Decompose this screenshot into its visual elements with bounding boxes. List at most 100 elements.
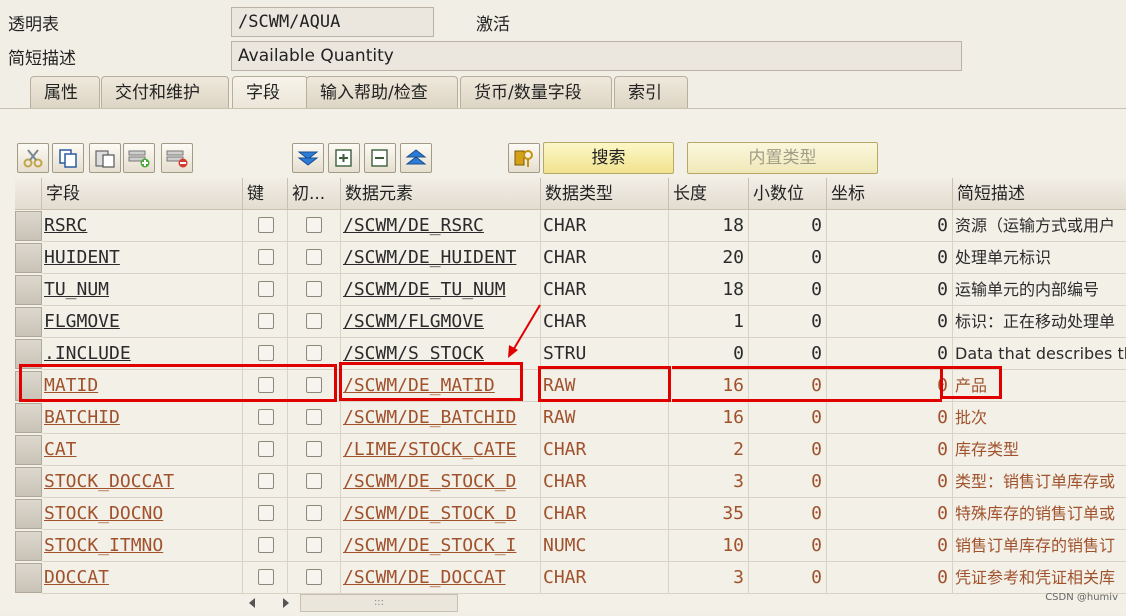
- coordinate-cell[interactable]: 0: [827, 210, 953, 242]
- field-name-cell[interactable]: CAT: [42, 434, 243, 466]
- field-name-cell[interactable]: FLGMOVE: [42, 306, 243, 338]
- length-cell[interactable]: 2: [669, 434, 749, 466]
- key-checkbox[interactable]: [258, 409, 274, 425]
- short-description-cell[interactable]: 批次: [953, 402, 1126, 434]
- row-selector-header[interactable]: [15, 178, 42, 210]
- coordinate-cell[interactable]: 0: [827, 274, 953, 306]
- field-name-cell[interactable]: STOCK_DOCNO: [42, 498, 243, 530]
- data-type-cell[interactable]: CHAR: [541, 434, 669, 466]
- move-down-button[interactable]: [292, 143, 324, 173]
- initial-value-checkbox[interactable]: [306, 249, 322, 265]
- initial-value-checkbox[interactable]: [306, 569, 322, 585]
- length-cell[interactable]: 18: [669, 274, 749, 306]
- initial-value-checkbox[interactable]: [306, 345, 322, 361]
- coordinate-cell[interactable]: 0: [827, 402, 953, 434]
- builtin-type-button[interactable]: 内置类型: [687, 142, 878, 174]
- decimals-cell[interactable]: 0: [749, 434, 827, 466]
- row-selector[interactable]: [15, 563, 42, 593]
- copy-button[interactable]: [52, 143, 84, 173]
- length-cell[interactable]: 10: [669, 530, 749, 562]
- field-name-cell[interactable]: DOCCAT: [42, 562, 243, 594]
- key-checkbox[interactable]: [258, 249, 274, 265]
- tab-delivery-maintenance[interactable]: 交付和维护: [101, 76, 229, 108]
- key-checkbox[interactable]: [258, 473, 274, 489]
- data-element-cell[interactable]: /SCWM/DE_RSRC: [341, 210, 541, 242]
- key-checkbox[interactable]: [258, 281, 274, 297]
- short-description-cell[interactable]: 库存类型: [953, 434, 1126, 466]
- short-description-cell[interactable]: 类型：销售订单库存或: [953, 466, 1126, 498]
- decimals-cell[interactable]: 0: [749, 370, 827, 402]
- length-cell[interactable]: 16: [669, 370, 749, 402]
- col-header-short-description[interactable]: 简短描述: [953, 178, 1126, 210]
- data-type-cell[interactable]: CHAR: [541, 210, 669, 242]
- data-type-cell[interactable]: CHAR: [541, 466, 669, 498]
- insert-row-button[interactable]: [123, 143, 155, 173]
- length-cell[interactable]: 3: [669, 562, 749, 594]
- field-name-cell[interactable]: RSRC: [42, 210, 243, 242]
- cut-button[interactable]: [17, 143, 49, 173]
- data-element-cell[interactable]: /SCWM/DE_HUIDENT: [341, 242, 541, 274]
- initial-value-checkbox[interactable]: [306, 217, 322, 233]
- decimals-cell[interactable]: 0: [749, 498, 827, 530]
- field-name-cell[interactable]: STOCK_DOCCAT: [42, 466, 243, 498]
- short-description-cell[interactable]: 资源（运输方式或用户: [953, 210, 1126, 242]
- collapse-button[interactable]: [364, 143, 396, 173]
- data-type-cell[interactable]: NUMC: [541, 530, 669, 562]
- decimals-cell[interactable]: 0: [749, 306, 827, 338]
- initial-value-checkbox[interactable]: [306, 441, 322, 457]
- tab-indexes[interactable]: 索引: [614, 76, 688, 108]
- description-field[interactable]: Available Quantity: [231, 41, 962, 71]
- data-element-cell[interactable]: /SCWM/DE_STOCK_D: [341, 498, 541, 530]
- key-checkbox[interactable]: [258, 569, 274, 585]
- data-element-cell[interactable]: /SCWM/DE_STOCK_D: [341, 466, 541, 498]
- initial-value-checkbox[interactable]: [306, 281, 322, 297]
- short-description-cell[interactable]: 销售订单库存的销售订: [953, 530, 1126, 562]
- row-selector[interactable]: [15, 467, 42, 497]
- tab-input-help-check[interactable]: 输入帮助/检查: [306, 76, 458, 108]
- move-up-button[interactable]: [400, 143, 432, 173]
- data-type-cell[interactable]: CHAR: [541, 306, 669, 338]
- data-type-cell[interactable]: CHAR: [541, 498, 669, 530]
- coordinate-cell[interactable]: 0: [827, 370, 953, 402]
- expand-button[interactable]: [328, 143, 360, 173]
- col-header-length[interactable]: 长度: [669, 178, 749, 210]
- row-selector[interactable]: [15, 403, 42, 433]
- coordinate-cell[interactable]: 0: [827, 530, 953, 562]
- initial-value-checkbox[interactable]: [306, 473, 322, 489]
- decimals-cell[interactable]: 0: [749, 530, 827, 562]
- horizontal-scroll-arrows[interactable]: [245, 594, 293, 612]
- decimals-cell[interactable]: 0: [749, 402, 827, 434]
- length-cell[interactable]: 20: [669, 242, 749, 274]
- decimals-cell[interactable]: 0: [749, 274, 827, 306]
- delete-row-button[interactable]: [161, 143, 193, 173]
- field-name-cell[interactable]: BATCHID: [42, 402, 243, 434]
- decimals-cell[interactable]: 0: [749, 210, 827, 242]
- row-selector[interactable]: [15, 211, 42, 241]
- key-checkbox[interactable]: [258, 313, 274, 329]
- data-type-cell[interactable]: CHAR: [541, 274, 669, 306]
- short-description-cell[interactable]: 标识：正在移动处理单: [953, 306, 1126, 338]
- data-type-cell[interactable]: CHAR: [541, 562, 669, 594]
- table-name-field[interactable]: /SCWM/AQUA: [231, 7, 434, 37]
- length-cell[interactable]: 35: [669, 498, 749, 530]
- tab-fields[interactable]: 字段: [232, 76, 308, 110]
- row-selector[interactable]: [15, 435, 42, 465]
- key-checkbox[interactable]: [258, 537, 274, 553]
- key-checkbox[interactable]: [258, 345, 274, 361]
- coordinate-cell[interactable]: 0: [827, 306, 953, 338]
- decimals-cell[interactable]: 0: [749, 242, 827, 274]
- initial-value-checkbox[interactable]: [306, 537, 322, 553]
- key-button[interactable]: [508, 143, 540, 173]
- col-header-data-element[interactable]: 数据元素: [341, 178, 541, 210]
- length-cell[interactable]: 18: [669, 210, 749, 242]
- key-checkbox[interactable]: [258, 505, 274, 521]
- field-name-cell[interactable]: STOCK_ITMNO: [42, 530, 243, 562]
- coordinate-cell[interactable]: 0: [827, 434, 953, 466]
- col-header-coordinate[interactable]: 坐标: [827, 178, 953, 210]
- data-type-cell[interactable]: RAW: [541, 402, 669, 434]
- coordinate-cell[interactable]: 0: [827, 466, 953, 498]
- row-selector[interactable]: [15, 531, 42, 561]
- col-header-data-type[interactable]: 数据类型: [541, 178, 669, 210]
- length-cell[interactable]: 1: [669, 306, 749, 338]
- data-type-cell[interactable]: CHAR: [541, 242, 669, 274]
